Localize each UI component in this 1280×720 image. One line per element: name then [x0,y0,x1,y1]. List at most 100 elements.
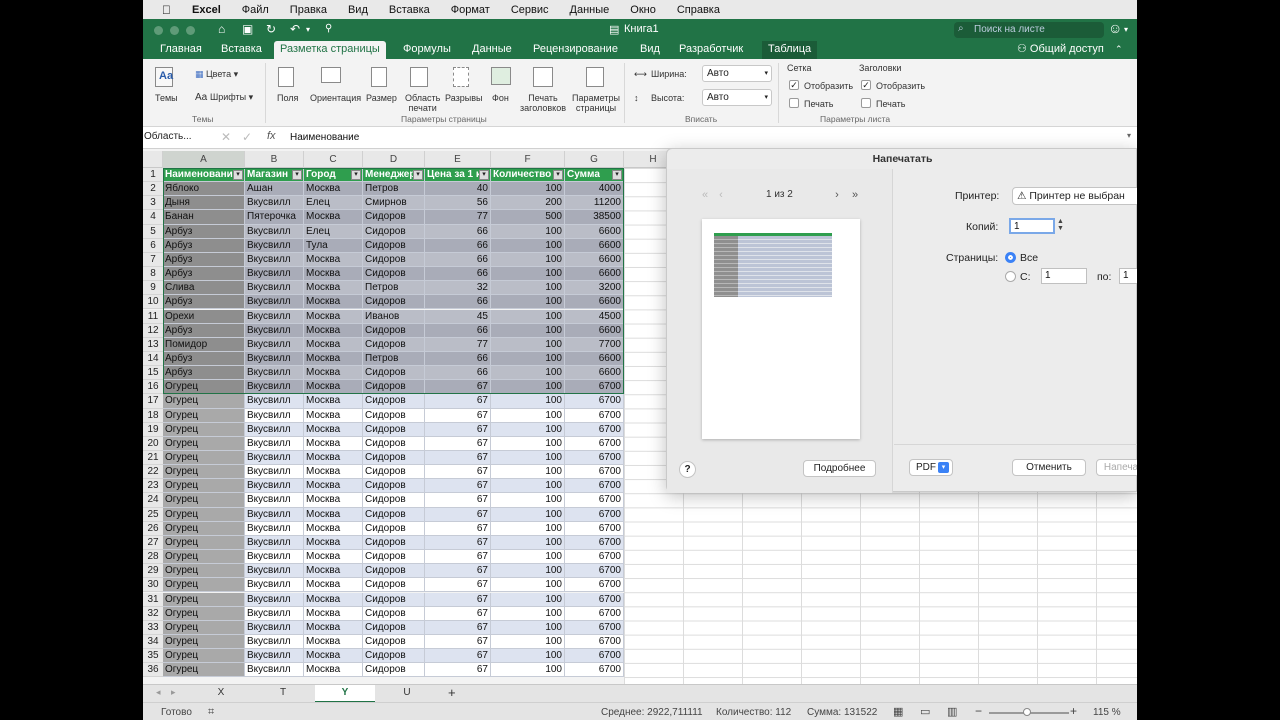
zoom-slider-thumb[interactable] [1023,708,1031,716]
row-header[interactable]: 9 [143,281,163,296]
cell-sum[interactable]: 4500 [565,309,624,324]
cell-store[interactable]: Пятерочка [245,210,304,225]
cell-manager[interactable]: Сидоров [363,252,425,268]
cell-qty[interactable]: 100 [491,182,565,197]
cell-sum[interactable]: 6700 [565,663,624,678]
zoom-window-icon[interactable] [186,26,195,35]
print-titles-button[interactable]: Печать заголовков [520,93,566,113]
row-header[interactable]: 4 [143,210,163,225]
tab-data[interactable]: Данные [466,41,518,59]
cell-city[interactable]: Москва [304,380,363,395]
cell-sum[interactable]: 6700 [565,620,624,635]
cancel-button[interactable]: Отменить [1012,459,1086,476]
cell-name[interactable]: Помидор [163,337,245,352]
row-header[interactable]: 3 [143,196,163,211]
row-header[interactable]: 20 [143,436,163,451]
column-title-name[interactable]: Наименовани ▾ [163,168,245,183]
menu-insert[interactable]: Вставка [389,4,430,16]
print-area-button[interactable]: Область печати [405,93,440,113]
cell-manager[interactable]: Сидоров [363,493,425,508]
cell-manager[interactable]: Сидоров [363,380,425,395]
column-title-sum[interactable]: Сумма ▾ [565,168,624,183]
pages-range-radio[interactable] [1005,271,1016,282]
next-page-icon[interactable]: › [829,189,845,204]
gridlines-print-checkbox[interactable] [789,98,799,108]
pages-to-input[interactable]: 1 [1119,268,1137,284]
cell-qty[interactable]: 100 [491,578,565,593]
cell-manager[interactable]: Сидоров [363,366,425,381]
cell-city[interactable]: Москва [304,252,363,268]
colors-button[interactable]: ▦ Цвета ▾ [195,69,238,79]
cell-city[interactable]: Москва [304,465,363,480]
cell-manager[interactable]: Смирнов [363,196,425,211]
tab-home[interactable]: Главная [154,41,208,59]
cell-price[interactable]: 67 [425,465,491,480]
cell-city[interactable]: Москва [304,366,363,381]
cell-store[interactable]: Вкусвилл [245,252,304,268]
cell-store[interactable]: Вкусвилл [245,578,304,593]
cell-qty[interactable]: 100 [491,408,565,423]
cell-store[interactable]: Вкусвилл [245,238,304,253]
tab-developer[interactable]: Разработчик [673,41,749,59]
cell-name[interactable]: Огурец [163,649,245,664]
redo-icon[interactable]: ↻ [266,22,276,36]
cell-store[interactable]: Вкусвилл [245,323,304,338]
normal-view-icon[interactable]: ▦ [893,705,903,718]
cell-manager[interactable]: Сидоров [363,451,425,466]
row-header[interactable]: 33 [143,620,163,635]
themes-button[interactable]: Темы [155,93,178,103]
cell-name[interactable]: Огурец [163,521,245,536]
row-header[interactable]: 31 [143,592,163,607]
cell-manager[interactable]: Иванов [363,309,425,324]
pages-from-input[interactable]: 1 [1041,268,1087,284]
cell-price[interactable]: 67 [425,663,491,678]
cell-qty[interactable]: 100 [491,337,565,352]
cell-manager[interactable]: Сидоров [363,295,425,310]
row-header[interactable]: 17 [143,394,163,409]
details-button[interactable]: Подробнее [803,460,876,477]
cell-store[interactable]: Вкусвилл [245,436,304,451]
cell-qty[interactable]: 100 [491,564,565,579]
cell-store[interactable]: Вкусвилл [245,550,304,565]
cell-name[interactable]: Огурец [163,422,245,437]
cell-name[interactable]: Арбуз [163,252,245,268]
cell-qty[interactable]: 100 [491,436,565,451]
page-break-view-icon[interactable]: ▥ [947,705,957,718]
cell-qty[interactable]: 100 [491,592,565,607]
cell-city[interactable]: Москва [304,351,363,367]
row-header[interactable]: 11 [143,309,163,324]
cell-price[interactable]: 66 [425,295,491,310]
row-header[interactable]: 34 [143,634,163,650]
sheet-tab-t[interactable]: T [253,685,313,703]
menu-help[interactable]: Справка [677,4,720,16]
cell-price[interactable]: 67 [425,649,491,664]
cell-city[interactable]: Москва [304,592,363,607]
cell-price[interactable]: 67 [425,422,491,437]
cell-store[interactable]: Вкусвилл [245,620,304,635]
cell-city[interactable]: Москва [304,337,363,352]
cell-sum[interactable]: 6700 [565,550,624,565]
row-header[interactable]: 22 [143,465,163,480]
orientation-button[interactable]: Ориентация [310,93,361,103]
page-setup-button[interactable]: Параметры страницы [572,93,620,113]
cell-store[interactable]: Вкусвилл [245,351,304,367]
cell-price[interactable]: 67 [425,394,491,409]
row-header[interactable]: 23 [143,479,163,494]
cell-city[interactable]: Москва [304,408,363,423]
cell-city[interactable]: Москва [304,521,363,536]
tab-table[interactable]: Таблица [762,41,818,59]
cell-name[interactable]: Огурец [163,408,245,423]
cell-name[interactable]: Банан [163,210,245,225]
orientation-icon[interactable] [321,67,341,83]
cell-price[interactable]: 77 [425,210,491,225]
chevron-down-icon[interactable]: ▾ [1124,25,1128,34]
cell-city[interactable]: Москва [304,620,363,635]
cell-manager[interactable]: Сидоров [363,210,425,225]
filter-dropdown-icon[interactable]: ▾ [351,170,361,180]
breaks-button[interactable]: Разрывы [445,93,482,103]
cell-store[interactable]: Вкусвилл [245,493,304,508]
cell-store[interactable]: Вкусвилл [245,564,304,579]
cell-sum[interactable]: 6700 [565,634,624,650]
themes-icon[interactable]: Aa [155,67,173,87]
cell-qty[interactable]: 100 [491,309,565,324]
